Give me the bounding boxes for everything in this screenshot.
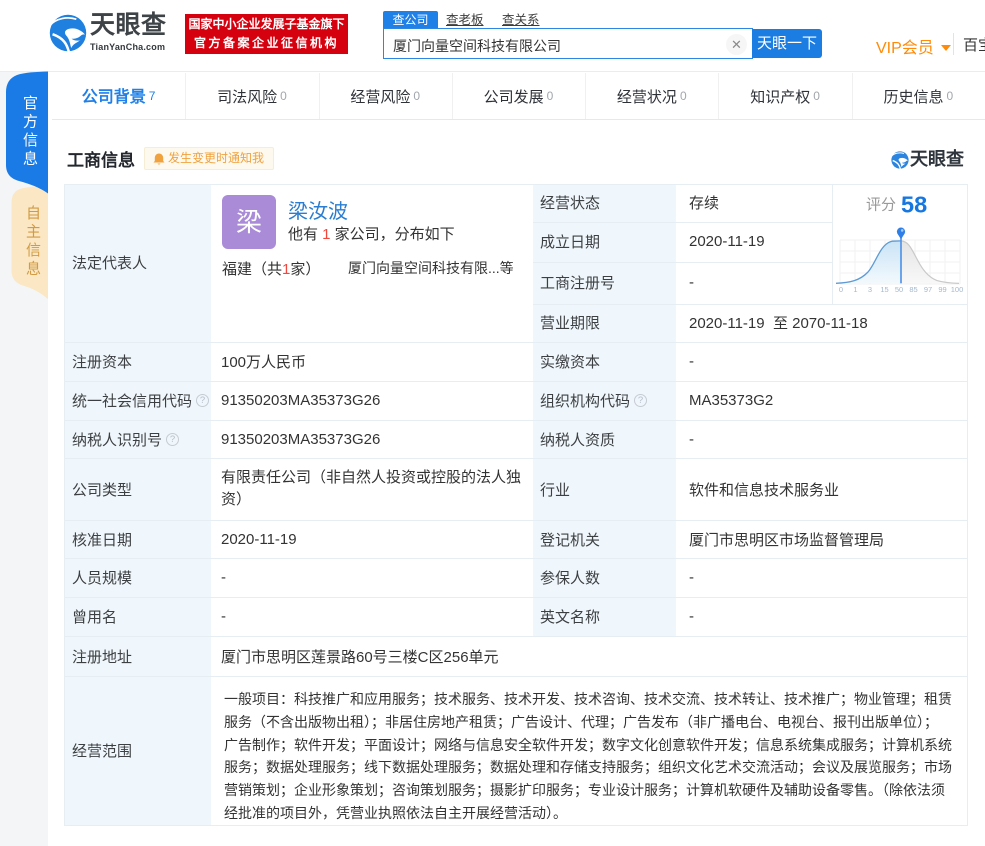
svg-text:85: 85 bbox=[909, 285, 917, 294]
svg-text:评分: 评分 bbox=[866, 197, 896, 214]
svg-text:1: 1 bbox=[853, 285, 857, 294]
svg-text:100: 100 bbox=[951, 285, 964, 294]
svg-text:3: 3 bbox=[868, 285, 872, 294]
svg-text:99: 99 bbox=[938, 285, 946, 294]
svg-text:97: 97 bbox=[924, 285, 932, 294]
svg-text:15: 15 bbox=[880, 285, 888, 294]
svg-text:0: 0 bbox=[839, 285, 843, 294]
svg-text:50: 50 bbox=[895, 285, 903, 294]
svg-text:58: 58 bbox=[901, 192, 927, 218]
